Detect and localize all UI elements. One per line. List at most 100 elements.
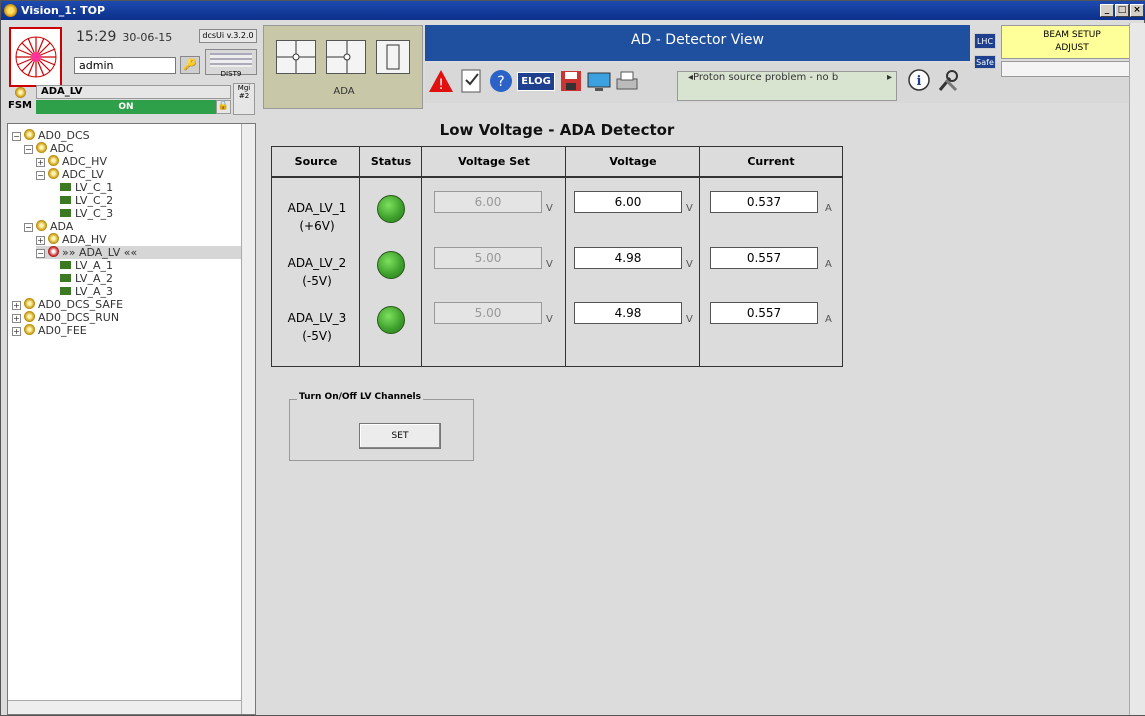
tree-item[interactable]: + ADC_HV	[36, 155, 107, 168]
current-readout: 0.557	[710, 302, 818, 324]
alarm-warning-icon[interactable]: !	[427, 66, 455, 96]
expand-icon[interactable]: +	[36, 236, 45, 245]
mgi-indicator[interactable]: Mgi #2	[233, 83, 255, 115]
gear-icon	[36, 220, 47, 231]
header-voltage-set: Voltage Set	[422, 147, 566, 177]
fsm-state[interactable]: ON	[36, 100, 216, 114]
login-key-button[interactable]: 🔑	[180, 56, 200, 74]
time-display: 15:29	[76, 29, 117, 45]
checklist-icon[interactable]	[457, 66, 485, 96]
gear-icon	[24, 324, 35, 335]
left-panel: 15:29 30-06-15 dcsUi v.3.2.0 admin 🔑 DIST…	[4, 23, 258, 715]
tree-item-label: AD0_DCS	[38, 129, 90, 142]
unit-label: V	[686, 203, 693, 214]
tree-item[interactable]: LV_C_3	[60, 207, 113, 220]
voltage-set-field[interactable]: 6.00	[434, 191, 542, 213]
device-icon	[60, 196, 71, 204]
tree-item[interactable]: LV_C_1	[60, 181, 113, 194]
message-text: Proton source problem - no b	[693, 72, 839, 83]
current-readout: 0.537	[710, 191, 818, 213]
tree-item-label: ADC_HV	[62, 155, 107, 168]
lock-icon[interactable]: 🔒	[216, 100, 231, 114]
help-icon[interactable]: ?	[487, 66, 515, 96]
tree-item[interactable]: − ADA	[24, 220, 73, 233]
printer-icon[interactable]	[613, 66, 641, 96]
dist-indicator[interactable]: DIST9	[205, 49, 257, 78]
svg-text:!: !	[438, 77, 444, 93]
current-readout: 0.557	[710, 247, 818, 269]
voltage-set-field[interactable]: 5.00	[434, 247, 542, 269]
elog-icon[interactable]: ELOG	[517, 66, 555, 96]
tree-item-label: »» ADA_LV ««	[62, 246, 138, 259]
gear-icon	[24, 129, 35, 140]
tree-item[interactable]: − ADC_LV	[36, 168, 104, 181]
tree-item-label: ADC	[50, 142, 74, 155]
switch-icon[interactable]	[326, 40, 366, 74]
fsm-tree[interactable]: − AD0_DCS − ADC + ADC_HV − ADC_LV LV_C_1 LV_…	[7, 123, 256, 715]
info-icon[interactable]: i	[905, 66, 933, 96]
tree-item[interactable]: + AD0_DCS_SAFE	[12, 298, 123, 311]
mgi-label: Mgi	[237, 84, 251, 92]
source-label: ADA_LV_1 (+6V)	[272, 199, 362, 235]
header-voltage: Voltage	[566, 147, 700, 177]
expand-icon[interactable]: +	[36, 158, 45, 167]
collapse-icon[interactable]: −	[36, 171, 45, 180]
collapse-icon[interactable]: −	[36, 249, 45, 258]
tree-item[interactable]: LV_C_2	[60, 194, 113, 207]
save-icon[interactable]	[557, 66, 585, 96]
source-label: ADA_LV_2 (-5V)	[272, 254, 362, 290]
tree-item[interactable]: LV_A_3	[60, 285, 113, 298]
tree-item[interactable]: − ADC	[24, 142, 74, 155]
module-icon[interactable]	[376, 40, 410, 74]
tree-item-label: ADC_LV	[62, 168, 104, 181]
source-label: ADA_LV_3 (-5V)	[272, 309, 362, 345]
view-title: AD - Detector View	[425, 25, 970, 61]
header-current: Current	[700, 147, 842, 177]
tools-icon[interactable]	[935, 66, 963, 96]
fsm-row: FSM ADA_LV ON 🔒 Mgi #2	[4, 81, 258, 118]
collapse-icon[interactable]: −	[24, 145, 33, 154]
gear-icon	[48, 155, 59, 166]
user-field[interactable]: admin	[74, 57, 176, 74]
source-range: (+6V)	[299, 219, 335, 233]
maximize-icon[interactable]: □	[1115, 4, 1129, 17]
display-icon[interactable]	[585, 66, 613, 96]
main-vertical-scrollbar[interactable]	[1129, 23, 1145, 715]
close-icon[interactable]: ×	[1130, 4, 1144, 17]
unit-label: V	[546, 203, 553, 214]
tree-item[interactable]: + AD0_DCS_RUN	[12, 311, 119, 324]
tree-horizontal-scrollbar[interactable]	[8, 700, 241, 714]
app-icon	[4, 4, 17, 17]
mgi-number: #2	[238, 92, 250, 100]
tree-item-label: AD0_FEE	[38, 324, 87, 337]
switch-icon[interactable]	[276, 40, 316, 74]
top-bar: ADA AD - Detector View ! ? ELOG ◂Proton …	[263, 23, 1145, 113]
tree-item[interactable]: LV_A_1	[60, 259, 113, 272]
device-icon	[60, 261, 71, 269]
expand-icon[interactable]: +	[12, 301, 21, 310]
tree-item-label: AD0_DCS_SAFE	[38, 298, 124, 311]
window-titlebar: Vision_1: TOP _ □ ×	[1, 1, 1145, 20]
message-ticker[interactable]: ◂Proton source problem - no b ▸	[677, 71, 897, 101]
svg-text:i: i	[917, 74, 922, 89]
collapse-icon[interactable]: −	[24, 223, 33, 232]
collapse-icon[interactable]: −	[12, 132, 21, 141]
ticker-right-arrow-icon[interactable]: ▸	[887, 72, 892, 84]
tree-item-label: ADA_HV	[62, 233, 107, 246]
tree-item[interactable]: − AD0_DCS	[12, 129, 90, 142]
tree-item[interactable]: + AD0_FEE	[12, 324, 87, 337]
fsm-node-name[interactable]: ADA_LV	[36, 85, 231, 99]
expand-icon[interactable]: +	[12, 327, 21, 336]
tree-item[interactable]: + ADA_HV	[36, 233, 107, 246]
expand-icon[interactable]: +	[12, 314, 21, 323]
tree-item-label: ADA	[50, 220, 74, 233]
version-badge: dcsUi v.3.2.0	[199, 29, 257, 43]
ada-panel[interactable]: ADA	[263, 25, 423, 109]
ada-label: ADA	[333, 86, 355, 97]
set-button[interactable]: SET	[359, 423, 441, 449]
tree-item-selected[interactable]: − »» ADA_LV ««	[36, 246, 241, 259]
minimize-icon[interactable]: _	[1100, 4, 1114, 17]
tree-item[interactable]: LV_A_2	[60, 272, 113, 285]
voltage-set-field[interactable]: 5.00	[434, 302, 542, 324]
tree-vertical-scrollbar[interactable]	[241, 124, 255, 714]
